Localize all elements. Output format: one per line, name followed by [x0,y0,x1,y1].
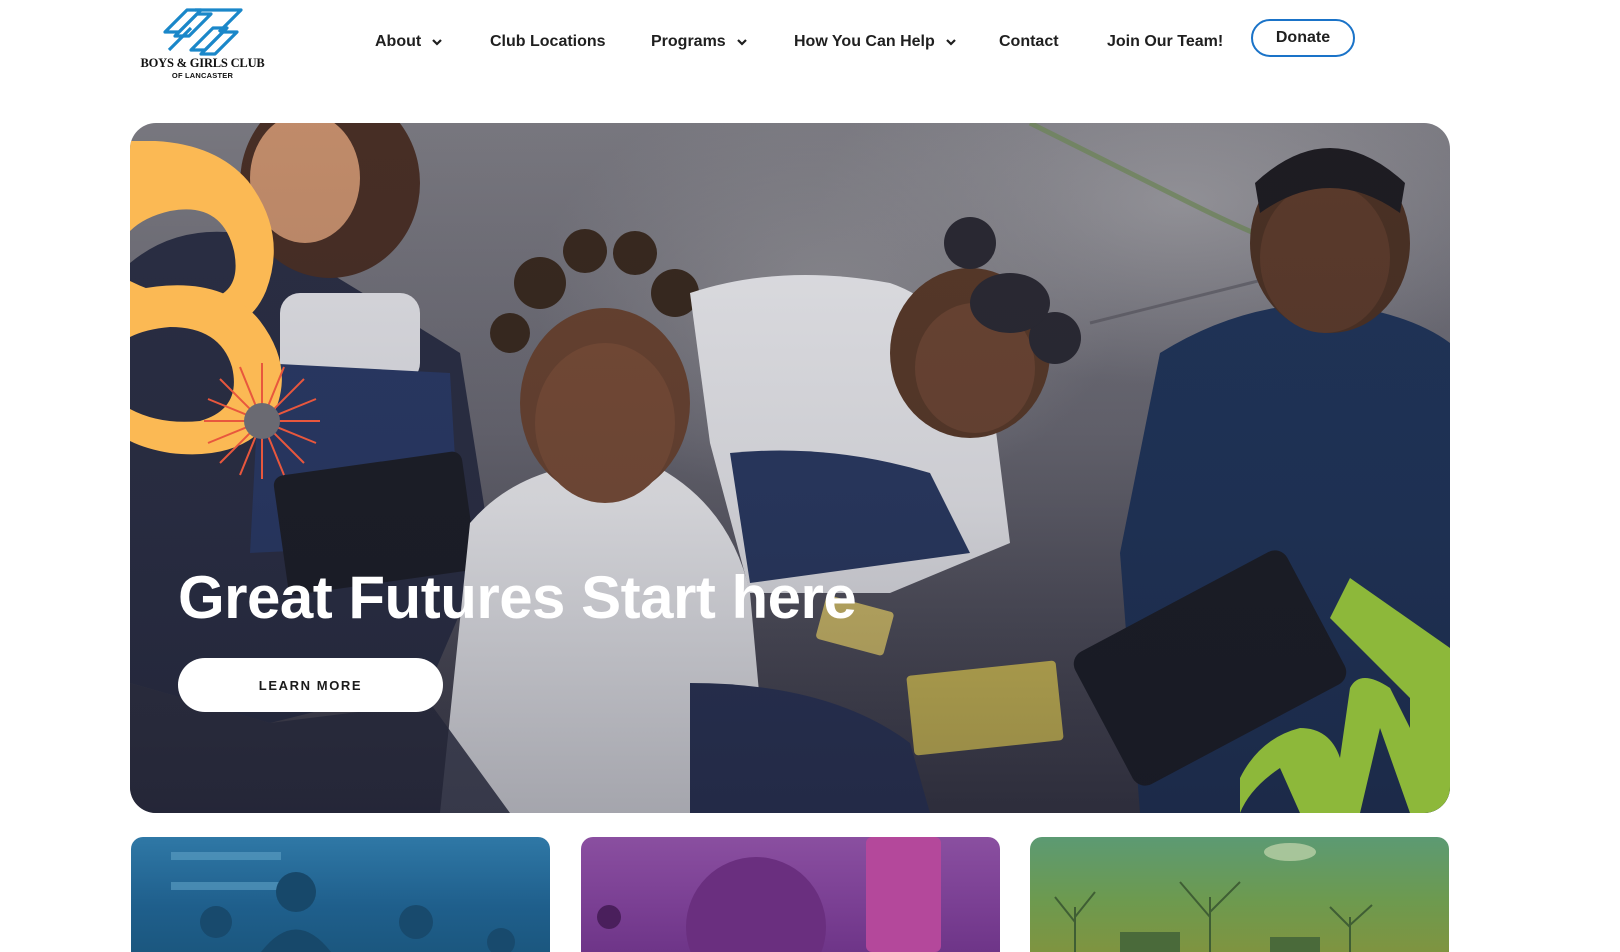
clasped-hands-logo-icon [162,8,243,56]
lime-zigzag-decoration [1240,578,1450,813]
site-logo[interactable]: BOYS & GIRLS CLUB OF LANCASTER [135,4,270,82]
nav-club-locations-label: Club Locations [490,33,606,50]
nav-contact[interactable]: Contact [999,30,1059,54]
nav-about-label: About [375,33,422,50]
logo-name: BOYS & GIRLS CLUB [140,56,265,70]
site-header: BOYS & GIRLS CLUB OF LANCASTER About Clu… [0,0,1620,110]
card-3-image [1054,843,1373,952]
feature-card-1[interactable] [131,837,550,952]
nav-contact-label: Contact [999,33,1059,50]
nav-club-locations[interactable]: Club Locations [490,30,606,54]
learn-more-button[interactable]: LEARN MORE [178,658,443,712]
nav-programs[interactable]: Programs [651,30,748,54]
nav-how-you-can-help-label: How You Can Help [794,33,935,50]
starburst-decoration [204,363,320,479]
nav-join-our-team[interactable]: Join Our Team! [1107,30,1223,54]
chevron-down-icon [736,39,747,46]
nav-how-you-can-help[interactable]: How You Can Help [794,30,957,54]
nav-programs-label: Programs [651,33,726,50]
nav-about[interactable]: About [375,30,443,54]
nav-join-our-team-label: Join Our Team! [1107,33,1224,50]
hero-title: Great Futures Start here [178,564,857,631]
feature-card-3[interactable] [1030,837,1449,952]
card-2-image [597,837,941,952]
donate-button[interactable]: Donate [1251,19,1355,57]
chevron-down-icon [432,39,442,46]
hero-banner: Great Futures Start here LEARN MORE [130,123,1450,813]
feature-card-2[interactable] [581,837,1000,952]
chevron-down-icon [945,39,956,46]
logo-subtitle: OF LANCASTER [171,71,234,80]
card-1-image [171,852,515,952]
